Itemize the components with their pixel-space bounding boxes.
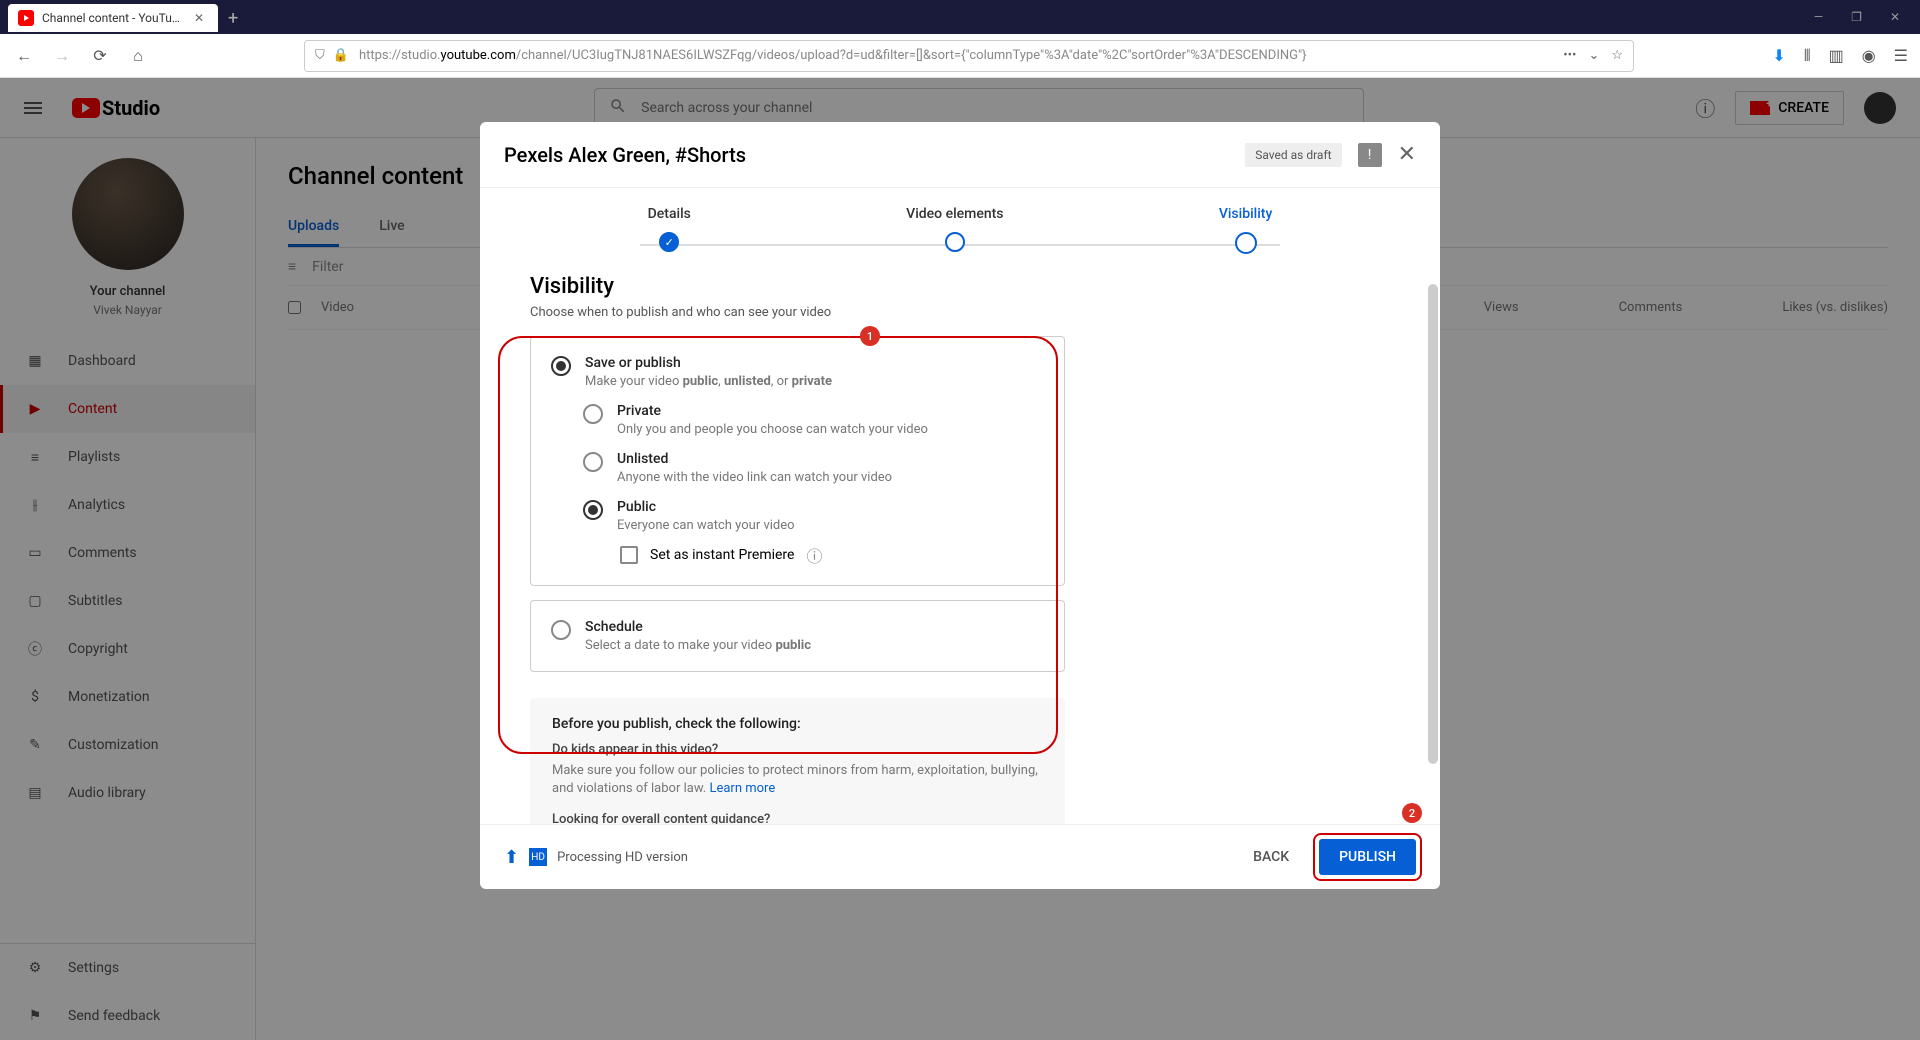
radio-icon [551,356,571,376]
lock-icon[interactable]: 🔒 [333,48,349,63]
send-feedback-icon[interactable]: ! [1358,143,1382,167]
radio-public[interactable]: Public Everyone can watch your video Set… [583,499,1044,567]
upload-icon: ⬆ [504,847,519,868]
browser-toolbar: ← → ⟳ ⌂ ⛉ 🔒 https://studio.youtube.com/c… [0,34,1920,78]
radio-title: Private [617,403,1044,419]
step-video-elements[interactable]: Video elements [906,206,1003,252]
home-icon[interactable]: ⌂ [126,44,150,68]
hd-badge-icon: HD [529,848,547,866]
modal-title: Pexels Alex Green, #Shorts [504,143,1245,167]
section-heading: Visibility [530,274,1390,299]
save-publish-card: Save or publish Make your video public, … [530,336,1065,586]
step-label: Details [648,206,691,222]
step-label: Visibility [1219,206,1272,222]
learn-more-link[interactable]: Learn more [709,781,775,796]
bookmark-icon[interactable]: ☆ [1611,48,1623,63]
tab-title: Channel content - YouTube Stu [42,11,186,25]
step-label: Video elements [906,206,1003,222]
pocket-icon[interactable]: ⌄ [1588,48,1599,63]
shield-icon[interactable]: ⛉ [315,48,325,63]
radio-icon [583,404,603,424]
radio-title: Schedule [585,619,1044,635]
radio-desc: Make your video public, unlisted, or pri… [585,374,1044,389]
back-button[interactable]: BACK [1237,839,1305,875]
info-question-1: Do kids appear in this video? [552,742,1043,757]
radio-private[interactable]: Private Only you and people you choose c… [583,403,1044,437]
new-tab-button[interactable]: + [228,8,238,29]
info-question-2: Looking for overall content guidance? [552,812,1043,824]
account-icon[interactable]: ◉ [1862,46,1876,65]
premiere-label: Set as instant Premiere [650,547,794,563]
close-window-icon[interactable]: ✕ [1890,10,1900,24]
radio-title: Public [617,499,1044,515]
annotation-callout-2: 2 [1402,803,1422,823]
step-active-icon [1235,232,1257,254]
downloads-icon[interactable]: ⬇ [1772,46,1785,65]
checkbox-icon [620,546,638,564]
url-text: https://studio.youtube.com/channel/UC3Iu… [359,48,1553,63]
modal-footer: ⬆ HD Processing HD version BACK 2 PUBLIS… [480,824,1440,889]
radio-save-publish[interactable]: Save or publish Make your video public, … [551,355,1044,389]
pre-publish-info: Before you publish, check the following:… [530,698,1065,824]
menu-icon[interactable]: ☰ [1894,46,1908,65]
browser-tab[interactable]: Channel content - YouTube Stu ✕ [8,4,218,32]
window-titlebar: Channel content - YouTube Stu ✕ + — ❐ ✕ [0,0,1920,34]
annotation-callout-1: 1 [860,326,880,346]
draft-badge: Saved as draft [1245,143,1341,167]
processing-text: Processing HD version [557,850,688,865]
info-heading: Before you publish, check the following: [552,716,1043,732]
radio-desc: Select a date to make your video public [585,638,1044,653]
url-bar[interactable]: ⛉ 🔒 https://studio.youtube.com/channel/U… [304,40,1634,72]
radio-desc: Anyone with the video link can watch you… [617,470,1044,485]
close-modal-icon[interactable]: ✕ [1398,142,1416,167]
reload-icon[interactable]: ⟳ [88,44,112,68]
modal-header: Pexels Alex Green, #Shorts Saved as draf… [480,122,1440,188]
forward-icon[interactable]: → [50,44,74,68]
close-tab-icon[interactable]: ✕ [194,11,208,25]
modal-overlay: Pexels Alex Green, #Shorts Saved as draf… [0,78,1920,1040]
radio-desc: Everyone can watch your video [617,518,1044,533]
upload-modal: Pexels Alex Green, #Shorts Saved as draf… [480,122,1440,889]
radio-icon [551,620,571,640]
more-icon[interactable]: ••• [1563,48,1576,63]
library-icon[interactable]: ⫴ [1804,46,1811,66]
radio-title: Save or publish [585,355,1044,371]
back-icon[interactable]: ← [12,44,36,68]
publish-button[interactable]: PUBLISH [1319,839,1416,875]
step-done-icon [659,232,679,252]
minimize-icon[interactable]: — [1814,10,1823,24]
maximize-icon[interactable]: ❐ [1851,10,1862,24]
premiere-checkbox-row[interactable]: Set as instant Premiere ⓘ [620,543,1044,567]
radio-title: Unlisted [617,451,1044,467]
radio-unlisted[interactable]: Unlisted Anyone with the video link can … [583,451,1044,485]
upload-status: ⬆ HD Processing HD version [504,847,688,868]
sidebar-icon[interactable]: ▥ [1829,46,1844,65]
schedule-card[interactable]: Schedule Select a date to make your vide… [530,600,1065,672]
window-controls: — ❐ ✕ [1814,0,1920,34]
step-circle-icon [945,232,965,252]
radio-icon [583,500,603,520]
modal-body: Visibility Choose when to publish and wh… [480,264,1440,824]
youtube-favicon-icon [18,10,34,26]
help-icon[interactable]: ⓘ [806,543,822,567]
step-visibility[interactable]: Visibility [1219,206,1272,254]
step-details[interactable]: Details [648,206,691,252]
stepper: Details Video elements Visibility [480,188,1440,264]
scrollbar[interactable] [1428,284,1438,764]
section-subtitle: Choose when to publish and who can see y… [530,305,1390,320]
info-text-1: Make sure you follow our policies to pro… [552,762,1043,798]
radio-icon [583,452,603,472]
radio-desc: Only you and people you choose can watch… [617,422,1044,437]
